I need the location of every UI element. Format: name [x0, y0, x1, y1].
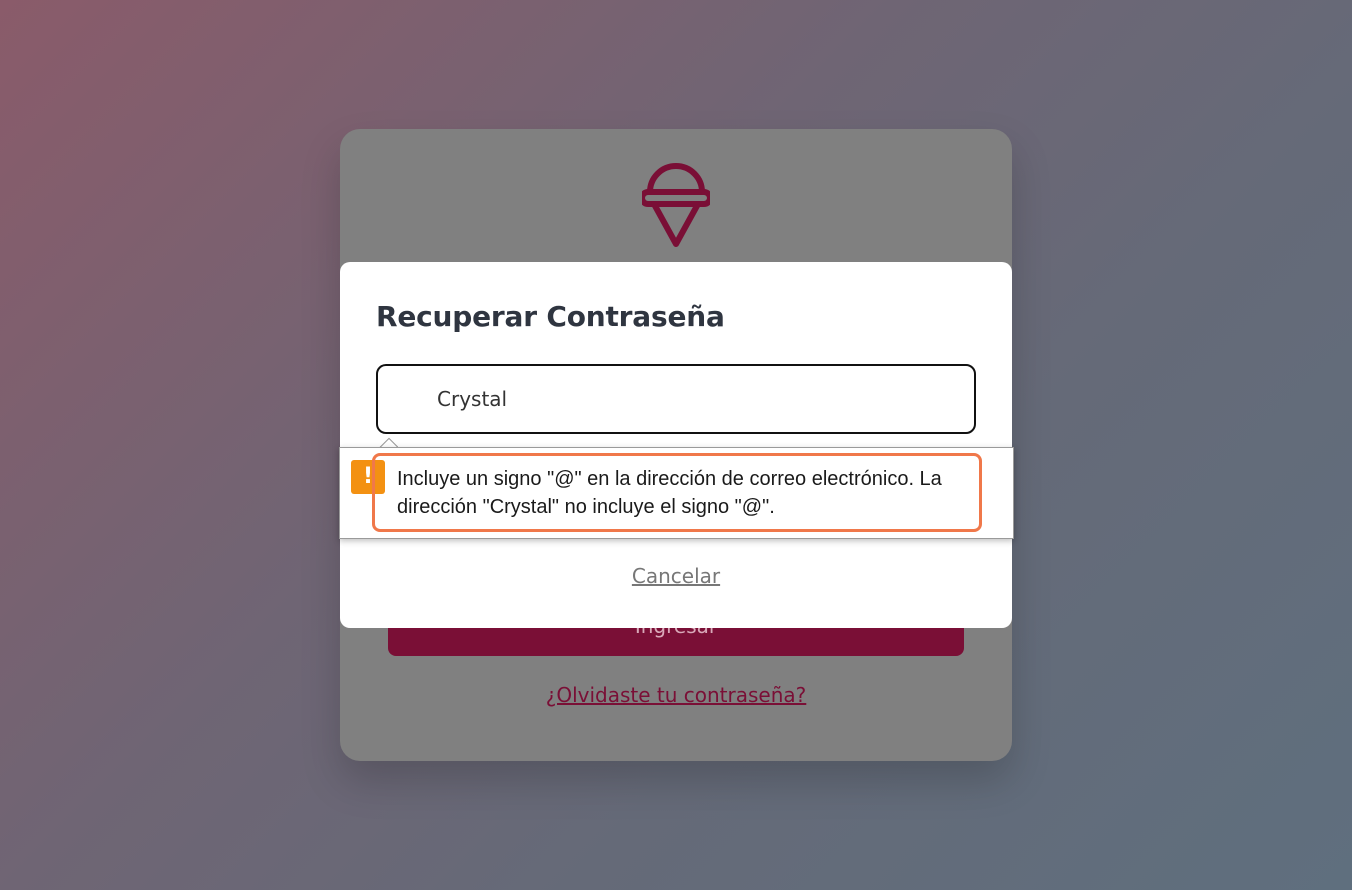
forgot-password-link[interactable]: ¿Olvidaste tu contraseña? — [340, 683, 1012, 707]
validation-message: Incluye un signo "@" en la dirección de … — [397, 468, 942, 518]
ice-cream-cone-icon — [642, 163, 710, 247]
cancel-link[interactable]: Cancelar — [340, 564, 1012, 588]
modal-title: Recuperar Contraseña — [376, 300, 725, 333]
recover-email-input[interactable] — [376, 364, 976, 434]
